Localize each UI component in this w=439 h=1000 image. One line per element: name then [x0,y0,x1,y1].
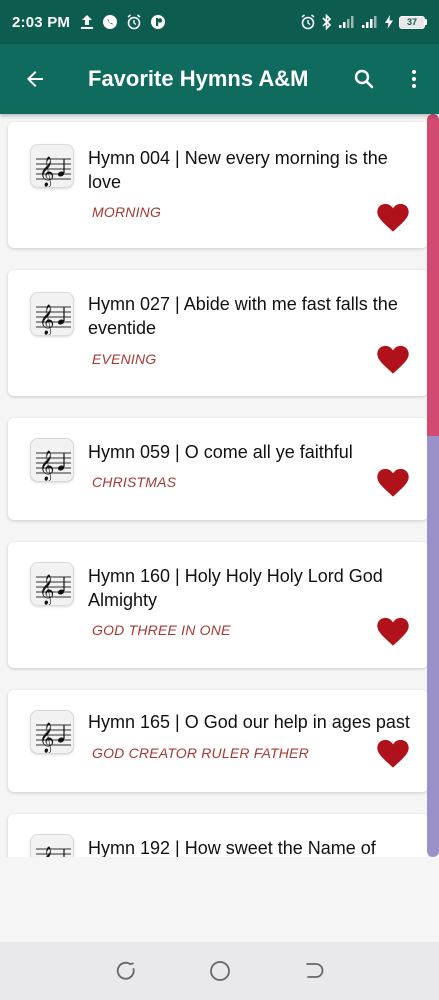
upload-icon [81,15,94,29]
hymn-card[interactable]: 𝄞 Hymn 004 | New every morning is the lo… [8,122,428,248]
music-note-icon: 𝄞 [30,438,74,482]
svg-text:𝄞: 𝄞 [39,450,54,482]
heart-icon[interactable] [376,617,410,647]
svg-text:𝄞: 𝄞 [39,574,54,606]
navigation-bar [0,942,439,1000]
bluetooth-icon [322,14,332,30]
hymn-card[interactable]: 𝄞 Hymn 165 | O God our help in ages past… [8,690,428,792]
music-note-icon: 𝄞 [30,562,74,606]
music-note-icon: 𝄞 [30,834,74,857]
page-title: Favorite Hymns A&M [88,66,309,91]
app-bar: Favorite Hymns A&M [0,44,439,114]
arrow-left-icon [27,71,43,87]
app-icon [151,15,166,29]
hymn-category: MORNING [92,204,162,220]
search-icon [354,69,374,89]
signal-icon [339,16,354,28]
more-vert-icon [411,69,417,89]
alarm-icon [301,14,315,30]
scrollbar-track [427,436,439,857]
whatsapp-icon [103,15,118,29]
search-button[interactable] [339,44,389,114]
status-right-icons: 37 [300,14,427,30]
hymn-title: Hymn 027 | Abide with me fast falls the … [88,294,398,338]
hymn-title: Hymn 059 | O come all ye faithful [88,442,353,462]
hymn-card[interactable]: 𝄞 Hymn 192 | How sweet the Name of [8,814,428,857]
status-time: 2:03 PM [12,13,71,31]
hymn-card[interactable]: 𝄞 Hymn 160 | Holy Holy Holy Lord God Alm… [8,542,428,668]
signal-icon [362,16,377,28]
scrollbar[interactable] [427,114,439,857]
hymn-category: GOD CREATOR RULER FATHER [92,745,309,761]
battery-level: 37 [399,15,425,29]
charging-icon [385,15,393,29]
hymn-title: Hymn 004 | New every morning is the love [88,148,388,192]
hymn-category: CHRISTMAS [92,474,177,490]
hymn-category: EVENING [92,351,157,367]
hymn-category: GOD THREE IN ONE [92,622,231,638]
hymn-title: Hymn 160 | Holy Holy Holy Lord God Almig… [88,566,383,610]
hymn-title: Hymn 192 | How sweet the Name of [88,838,376,857]
home-button[interactable] [200,951,240,991]
hymn-title: Hymn 165 | O God our help in ages past [88,712,410,732]
hymn-list[interactable]: 𝄞 Hymn 004 | New every morning is the lo… [0,114,439,857]
back-icon [305,963,323,978]
heart-icon[interactable] [376,203,410,233]
more-options-button[interactable] [389,44,439,114]
svg-text:𝄞: 𝄞 [39,304,54,336]
music-note-icon: 𝄞 [30,292,74,336]
music-note-icon: 𝄞 [30,144,74,188]
recents-button[interactable] [107,951,147,991]
heart-icon[interactable] [376,739,410,769]
home-icon [209,961,230,981]
status-left-icons [80,14,166,30]
scrollbar-thumb[interactable] [427,114,439,436]
recents-icon [116,961,135,980]
hymn-card[interactable]: 𝄞 Hymn 059 | O come all ye faithful CHRI… [8,418,428,520]
svg-text:𝄞: 𝄞 [39,846,54,857]
heart-icon[interactable] [376,345,410,375]
heart-icon[interactable] [376,468,410,498]
alarm-icon [127,14,141,30]
svg-text:𝄞: 𝄞 [39,156,54,188]
back-button[interactable] [0,44,70,114]
back-nav-button[interactable] [293,951,333,991]
svg-text:𝄞: 𝄞 [39,722,54,754]
battery-icon: 37 [399,15,427,29]
hymn-card[interactable]: 𝄞 Hymn 027 | Abide with me fast falls th… [8,270,428,396]
status-bar: 2:03 PM 37 [0,0,439,44]
music-note-icon: 𝄞 [30,710,74,754]
